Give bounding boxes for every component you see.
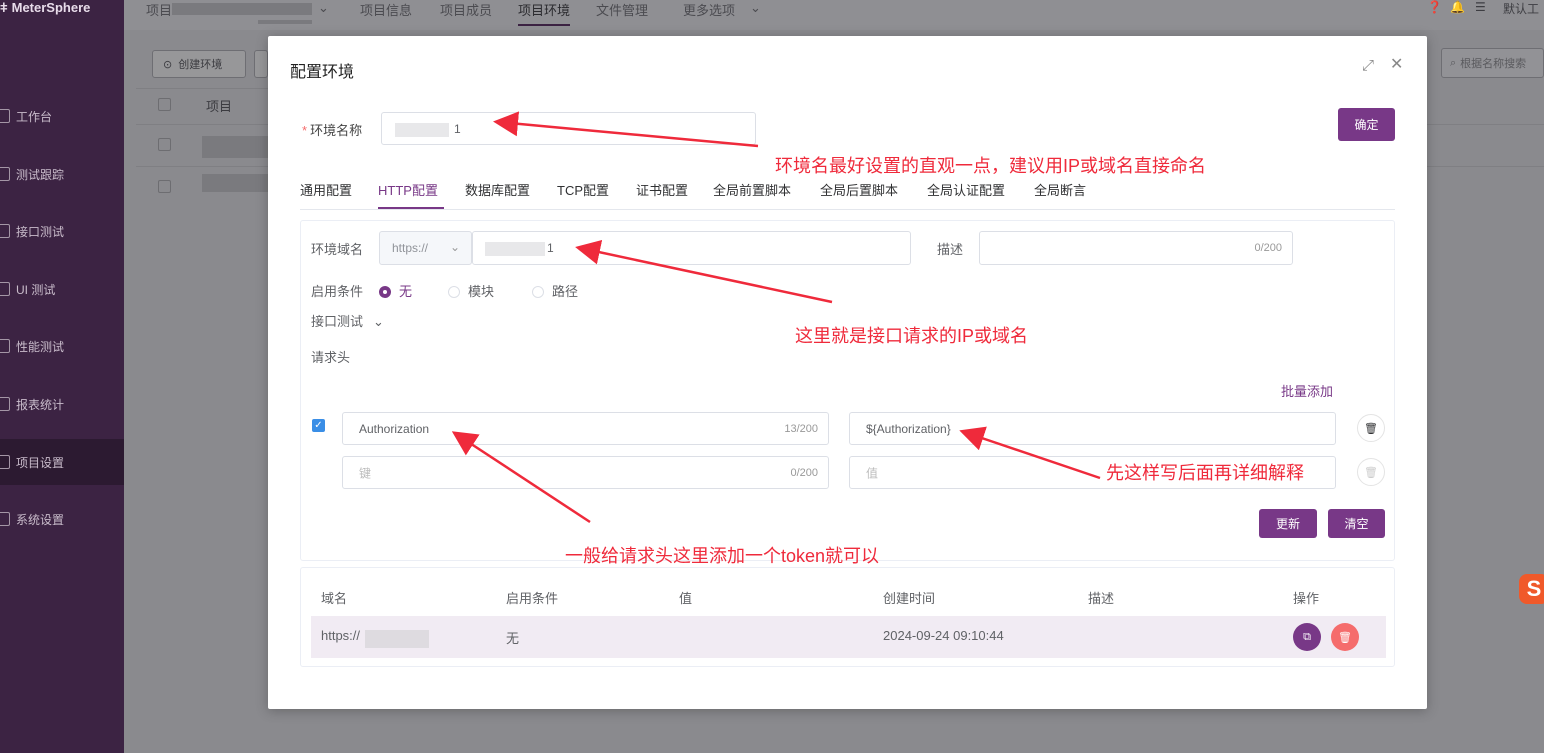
ime-logo-icon: S <box>1519 574 1544 604</box>
arrow-header-key <box>451 431 591 524</box>
annotation-header-value: 先这样写后面再详细解释 <box>1106 463 1304 483</box>
arrow-env-name <box>493 111 759 148</box>
annotation-arrows <box>451 111 1101 524</box>
annotation-env-name: 环境名最好设置的直观一点，建议用IP或域名直接命名 <box>775 156 1207 176</box>
arrow-domain <box>575 239 833 304</box>
annotation-token: 一般给请求头这里添加一个token就可以 <box>565 546 880 566</box>
arrow-header-value <box>959 426 1101 480</box>
annotation-domain: 这里就是接口请求的IP或域名 <box>795 326 1029 346</box>
